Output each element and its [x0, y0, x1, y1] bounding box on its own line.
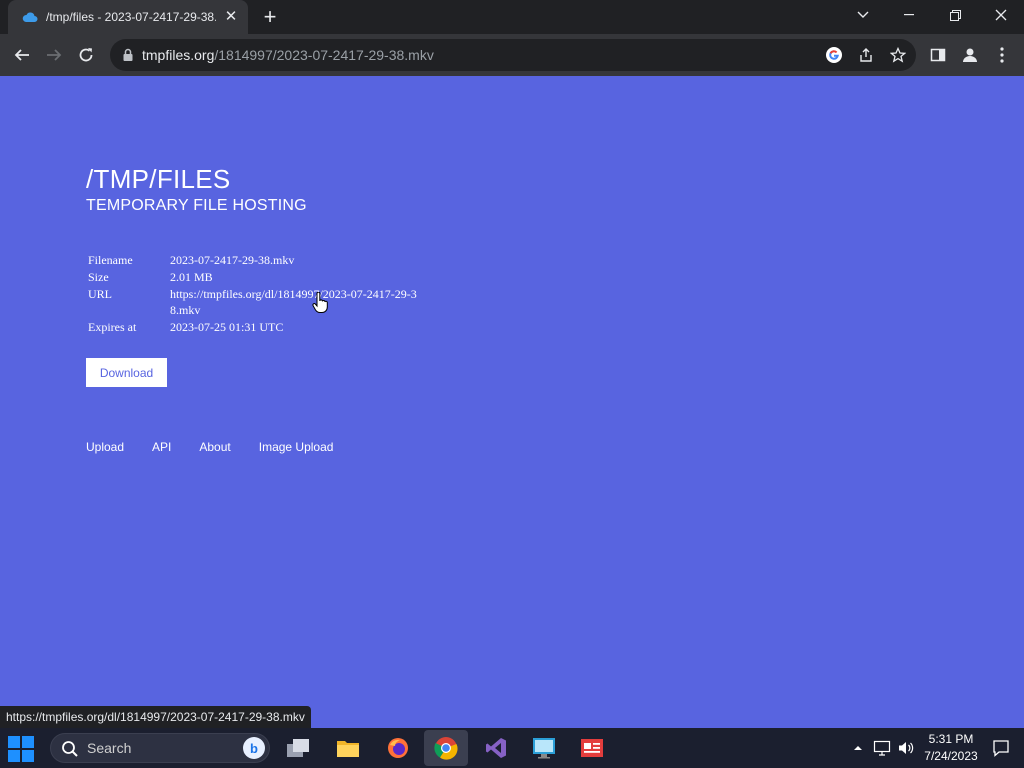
close-window-button[interactable] [978, 0, 1024, 30]
size-value: 2.01 MB [170, 270, 213, 284]
url-path: /1814997/2023-07-2417-29-38.mkv [214, 47, 434, 63]
url-text[interactable]: tmpfiles.org/1814997/2023-07-2417-29-38.… [142, 47, 434, 63]
browser-toolbar: tmpfiles.org/1814997/2023-07-2417-29-38.… [0, 34, 1024, 76]
notification-center-icon[interactable] [990, 728, 1012, 768]
cloud-favicon-icon [22, 9, 38, 25]
hand-cursor-icon [312, 291, 328, 314]
monitor-app-icon[interactable] [522, 730, 566, 766]
info-row-url: URL https://tmpfiles.org/dl/1814997/2023… [88, 286, 420, 318]
nav-link-upload[interactable]: Upload [86, 440, 124, 454]
chrome-icon[interactable] [424, 730, 468, 766]
info-row-size: Size 2.01 MB [88, 269, 420, 285]
close-tab-icon[interactable]: ✕ [222, 8, 240, 26]
search-icon [61, 740, 79, 758]
download-url-link[interactable]: https://tmpfiles.org/dl/1814997/2023-07-… [170, 286, 420, 318]
profile-avatar-icon[interactable] [956, 41, 984, 69]
expires-label: Expires at [88, 320, 137, 334]
windows-start-icon[interactable] [8, 736, 34, 762]
site-title[interactable]: /TMP/FILES [86, 164, 231, 195]
download-button[interactable]: Download [86, 358, 167, 387]
restore-window-button[interactable] [932, 0, 978, 30]
forward-button[interactable] [40, 41, 68, 69]
new-tab-button[interactable]: + [258, 5, 282, 29]
clock-time: 5:31 PM [928, 732, 974, 746]
size-label: Size [88, 270, 109, 284]
bookmark-star-icon[interactable] [888, 45, 908, 65]
footer-nav: Upload API About Image Upload [86, 440, 361, 454]
minimize-window-button[interactable] [886, 0, 932, 30]
volume-icon[interactable] [896, 728, 916, 768]
taskbar: Search b 5:31 PM 7/24/2023 [0, 728, 1024, 768]
search-placeholder: Search [87, 740, 132, 756]
news-app-icon[interactable] [570, 730, 614, 766]
tab-title: /tmp/files - 2023-07-2417-29-38.mkv [46, 10, 216, 24]
file-info-table: Filename 2023-07-2417-29-38.mkv Size 2.0… [88, 252, 420, 336]
google-lens-icon[interactable] [824, 45, 844, 65]
expires-value: 2023-07-25 01:31 UTC [170, 320, 284, 334]
filename-value: 2023-07-2417-29-38.mkv [170, 253, 295, 267]
url-label: URL [88, 287, 112, 301]
url-host: tmpfiles.org [142, 47, 215, 63]
nav-link-image-upload[interactable]: Image Upload [259, 440, 334, 454]
network-icon[interactable] [872, 728, 892, 768]
lock-icon[interactable] [120, 47, 136, 63]
info-row-expires: Expires at 2023-07-25 01:31 UTC [88, 319, 420, 335]
bing-icon[interactable]: b [243, 737, 265, 759]
share-icon[interactable] [856, 45, 876, 65]
tab-strip: /tmp/files - 2023-07-2417-29-38.mkv ✕ + [0, 0, 1024, 34]
back-button[interactable] [8, 41, 36, 69]
info-row-filename: Filename 2023-07-2417-29-38.mkv [88, 252, 420, 268]
reload-button[interactable] [72, 41, 100, 69]
address-bar[interactable]: tmpfiles.org/1814997/2023-07-2417-29-38.… [110, 39, 916, 71]
filename-label: Filename [88, 253, 133, 267]
nav-link-api[interactable]: API [152, 440, 171, 454]
nav-link-about[interactable]: About [199, 440, 230, 454]
browser-tab[interactable]: /tmp/files - 2023-07-2417-29-38.mkv ✕ [8, 0, 248, 34]
firefox-icon[interactable] [376, 730, 420, 766]
clock-date: 7/24/2023 [924, 749, 978, 763]
site-subtitle: TEMPORARY FILE HOSTING [86, 197, 307, 214]
file-explorer-icon[interactable] [326, 730, 370, 766]
visual-studio-icon[interactable] [474, 730, 518, 766]
tab-search-icon[interactable] [840, 0, 886, 30]
show-hidden-icons-chevron-icon[interactable] [850, 728, 866, 768]
browser-menu-icon[interactable] [988, 41, 1016, 69]
page-content: /TMP/FILES TEMPORARY FILE HOSTING Filena… [0, 76, 1024, 728]
side-panel-icon[interactable] [924, 41, 952, 69]
task-view-icon[interactable] [276, 730, 320, 766]
taskbar-clock[interactable]: 5:31 PM 7/24/2023 [918, 731, 984, 765]
taskbar-search[interactable]: Search b [50, 733, 270, 763]
link-status-bubble: https://tmpfiles.org/dl/1814997/2023-07-… [0, 706, 311, 728]
